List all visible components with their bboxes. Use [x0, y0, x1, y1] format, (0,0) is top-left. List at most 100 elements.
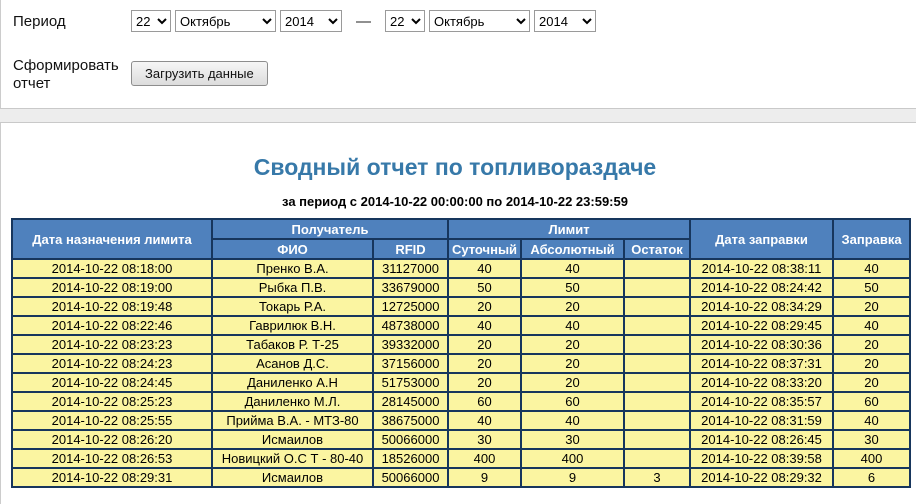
col-group-recipient: Получатель	[212, 219, 448, 239]
to-year-select[interactable]: 2014	[534, 10, 596, 32]
table-body: 2014-10-22 08:18:00Пренко В.А.31127000 40…	[12, 259, 910, 487]
table-cell: 20	[521, 373, 624, 392]
table-row: 2014-10-22 08:26:53Новицкий О.С Т - 80-4…	[12, 449, 910, 468]
report-table: Дата назначения лимита Получатель Лимит …	[11, 218, 911, 488]
table-cell: 38675000	[373, 411, 448, 430]
table-row: 2014-10-22 08:25:23Даниленко М.Л.2814500…	[12, 392, 910, 411]
table-cell: 30	[448, 430, 521, 449]
generate-controls: Загрузить данные	[131, 61, 268, 86]
col-header-fio: ФИО	[212, 239, 373, 259]
to-day-select[interactable]: 22	[385, 10, 425, 32]
table-cell: Прийма В.А. - МТЗ-80	[212, 411, 373, 430]
table-cell	[624, 316, 690, 335]
table-cell: 28145000	[373, 392, 448, 411]
table-cell: 20	[833, 335, 910, 354]
table-cell: 400	[448, 449, 521, 468]
table-row: 2014-10-22 08:19:00Рыбка П.В.33679000505…	[12, 278, 910, 297]
table-cell: 12725000	[373, 297, 448, 316]
load-data-button[interactable]: Загрузить данные	[131, 61, 268, 86]
table-cell: 50	[448, 278, 521, 297]
table-cell: 3	[624, 468, 690, 487]
table-cell: 2014-10-22 08:29:45	[690, 316, 833, 335]
period-range-separator: —	[356, 13, 371, 30]
table-cell: 60	[448, 392, 521, 411]
table-cell: Рыбка П.В.	[212, 278, 373, 297]
table-cell: 2014-10-22 08:22:46	[12, 316, 212, 335]
filter-panel: Период 22 Октябрь 2014 — 22 Октябрь 2014	[0, 0, 916, 108]
generate-row: Сформировать отчет Загрузить данные	[13, 54, 916, 93]
table-cell: 400	[521, 449, 624, 468]
table-cell: 40	[448, 411, 521, 430]
table-cell: 400	[833, 449, 910, 468]
table-cell	[624, 297, 690, 316]
generate-report-label: Сформировать отчет	[13, 54, 131, 93]
table-cell: 2014-10-22 08:38:11	[690, 259, 833, 278]
table-cell: Исмаилов	[212, 468, 373, 487]
table-cell	[624, 449, 690, 468]
table-head: Дата назначения лимита Получатель Лимит …	[12, 219, 910, 259]
report-panel: Сводный отчет по топливораздаче за перио…	[0, 123, 916, 504]
table-cell: Асанов Д.С.	[212, 354, 373, 373]
table-cell: 6	[833, 468, 910, 487]
table-cell: 2014-10-22 08:24:45	[12, 373, 212, 392]
table-cell: 40	[521, 259, 624, 278]
table-cell: 40	[448, 316, 521, 335]
table-cell: 20	[521, 335, 624, 354]
table-cell: 40	[833, 411, 910, 430]
report-header: Сводный отчет по топливораздаче за перио…	[1, 123, 909, 209]
table-cell: 2014-10-22 08:29:32	[690, 468, 833, 487]
table-row: 2014-10-22 08:24:45Даниленко А.Н51753000…	[12, 373, 910, 392]
table-cell: 31127000	[373, 259, 448, 278]
table-cell: 50	[521, 278, 624, 297]
table-cell	[624, 411, 690, 430]
col-group-limit: Лимит	[448, 219, 690, 239]
table-cell: 30	[833, 430, 910, 449]
table-cell: 40	[521, 411, 624, 430]
table-cell: 40	[521, 316, 624, 335]
table-cell: 20	[448, 373, 521, 392]
from-month-select[interactable]: Октябрь	[175, 10, 276, 32]
table-cell: Пренко В.А.	[212, 259, 373, 278]
table-cell: 2014-10-22 08:33:20	[690, 373, 833, 392]
col-header-rfid: RFID	[373, 239, 448, 259]
col-header-refuel-date: Дата заправки	[690, 219, 833, 259]
col-header-refuel: Заправка	[833, 219, 910, 259]
table-cell: 20	[448, 354, 521, 373]
table-cell: 48738000	[373, 316, 448, 335]
table-cell: 9	[448, 468, 521, 487]
table-cell	[624, 373, 690, 392]
from-day-select[interactable]: 22	[131, 10, 171, 32]
table-row: 2014-10-22 08:26:20Исмаилов5006600030302…	[12, 430, 910, 449]
table-cell: 2014-10-22 08:18:00	[12, 259, 212, 278]
table-cell: Токарь Р.А.	[212, 297, 373, 316]
table-cell: 2014-10-22 08:26:20	[12, 430, 212, 449]
table-cell: 60	[833, 392, 910, 411]
to-month-select[interactable]: Октябрь	[429, 10, 530, 32]
table-cell: 2014-10-22 08:34:29	[690, 297, 833, 316]
table-cell	[624, 335, 690, 354]
table-row: 2014-10-22 08:24:23Асанов Д.С.3715600020…	[12, 354, 910, 373]
table-cell	[624, 430, 690, 449]
table-cell: 2014-10-22 08:23:23	[12, 335, 212, 354]
table-cell: 20	[521, 354, 624, 373]
table-cell: 2014-10-22 08:37:31	[690, 354, 833, 373]
from-year-select[interactable]: 2014	[280, 10, 342, 32]
table-cell: 2014-10-22 08:39:58	[690, 449, 833, 468]
table-row: 2014-10-22 08:22:46Гаврилюк В.Н.48738000…	[12, 316, 910, 335]
table-cell: 50066000	[373, 430, 448, 449]
table-cell: 2014-10-22 08:30:36	[690, 335, 833, 354]
table-cell: 2014-10-22 08:25:55	[12, 411, 212, 430]
table-cell: Новицкий О.С Т - 80-40	[212, 449, 373, 468]
table-cell: 20	[833, 373, 910, 392]
col-header-remainder: Остаток	[624, 239, 690, 259]
table-row: 2014-10-22 08:19:48Токарь Р.А.1272500020…	[12, 297, 910, 316]
col-header-daily: Суточный	[448, 239, 521, 259]
table-cell: 39332000	[373, 335, 448, 354]
header-row-groups: Дата назначения лимита Получатель Лимит …	[12, 219, 910, 239]
table-cell: Гаврилюк В.Н.	[212, 316, 373, 335]
table-cell: 50066000	[373, 468, 448, 487]
table-row: 2014-10-22 08:23:23Табаков Р. Т-25393320…	[12, 335, 910, 354]
table-cell: 18526000	[373, 449, 448, 468]
table-cell: 2014-10-22 08:24:42	[690, 278, 833, 297]
table-cell: Табаков Р. Т-25	[212, 335, 373, 354]
